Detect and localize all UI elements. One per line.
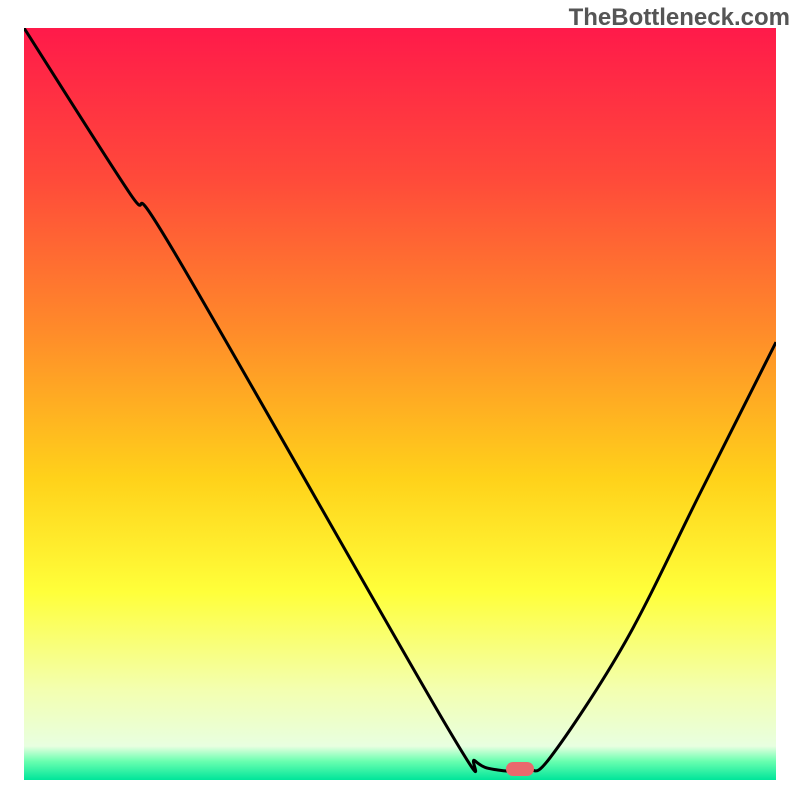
bottleneck-marker [506,762,534,776]
curve-layer [24,28,776,776]
chart-container: TheBottleneck.com [0,0,800,800]
watermark-text: TheBottleneck.com [569,4,790,32]
plot-area [24,28,776,776]
bottleneck-curve [24,28,776,772]
